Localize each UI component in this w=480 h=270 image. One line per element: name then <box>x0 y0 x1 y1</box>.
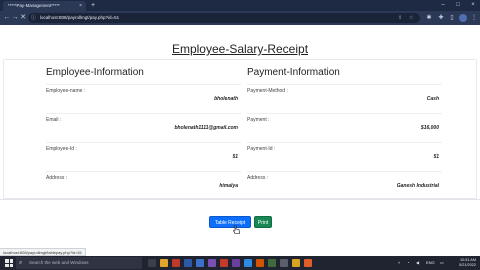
browser-toolbar: ← → ✕ ⓘ localhost:808/payrollmgt/pay.php… <box>0 11 480 25</box>
app-icon-green[interactable] <box>268 259 276 267</box>
chrome-icon[interactable] <box>292 259 300 267</box>
address-bar[interactable]: ⓘ localhost:808/payrollmgt/pay.php?id=51… <box>28 13 420 23</box>
url-text: localhost:808/payrollmgt/pay.php?id=51 <box>40 15 120 20</box>
file-explorer-icon[interactable] <box>160 259 168 267</box>
employee-address-row: Address : himalya <box>46 171 241 200</box>
app-icon-purple[interactable] <box>208 259 216 267</box>
field-label: Payment-Id : <box>247 146 276 152</box>
page-title: Employee-Salary-Receipt <box>171 42 309 56</box>
battery-icon[interactable]: ▭ <box>440 256 444 270</box>
app-icon-blue[interactable] <box>184 259 192 267</box>
maximize-button[interactable]: □ <box>451 0 465 11</box>
language-indicator[interactable]: ENG <box>426 256 435 270</box>
hand-cursor-icon <box>233 225 240 234</box>
app-icon-word[interactable] <box>196 259 204 267</box>
sidebar-icon[interactable]: ▯ <box>447 12 457 24</box>
employee-heading: Employee-Information <box>46 67 144 78</box>
search-icon: ⌕ <box>19 260 23 266</box>
extension-puzzle-icon[interactable]: ✚ <box>436 12 446 24</box>
share-icon[interactable]: ⇪ <box>398 13 402 23</box>
employee-name-row: Employee-name : bholenath <box>46 84 241 113</box>
app-icon-orange[interactable] <box>256 259 264 267</box>
taskbar-search[interactable]: ⌕ Search the web and Windows <box>16 257 142 269</box>
app-icon-orange-2[interactable] <box>304 259 312 267</box>
status-link-preview: localhost:808/payrollmgt/tablepay.php?id… <box>0 248 86 256</box>
taskbar-clock[interactable]: 10:51 AM 5/21/2022 <box>452 258 476 268</box>
field-label: Payment : <box>247 117 270 123</box>
print-button[interactable]: Print <box>254 216 272 228</box>
bookmark-star-icon[interactable]: ☆ <box>409 13 413 23</box>
task-view-icon[interactable] <box>148 259 156 267</box>
network-icon[interactable]: ◔ <box>407 256 409 270</box>
browser-tab-bar: *****Pay-Management***** × + – □ × <box>0 0 480 11</box>
receipt-section: Employee-Salary-Receipt Employee-Informa… <box>0 25 480 200</box>
tab-title: *****Pay-Management***** <box>8 3 60 8</box>
tray-chevron-icon[interactable]: ˄ <box>398 256 400 270</box>
new-tab-button[interactable]: + <box>91 1 95 11</box>
payment-amount-row: Payment : $16,000 <box>247 113 442 142</box>
field-label: Address : <box>247 175 269 181</box>
app-icon-gray[interactable] <box>280 259 288 267</box>
field-label: Employee-Id : <box>46 146 77 152</box>
employee-id-row: Employee-Id : 51 <box>46 142 241 171</box>
minimize-button[interactable]: – <box>436 0 450 11</box>
reload-icon[interactable]: ✕ <box>18 12 28 24</box>
volume-icon[interactable]: ◀ <box>416 256 419 270</box>
field-value: Ganesh Industrial <box>396 183 439 189</box>
windows-taskbar: ⌕ Search the web and Windows ˄ ◔ ◀ ENG ▭… <box>0 256 480 270</box>
field-label: Address : <box>46 175 68 181</box>
field-label: Employee-name : <box>46 88 86 94</box>
extensions-icon[interactable]: ✱ <box>424 12 434 24</box>
payment-address-row: Address : Ganesh Industrial <box>247 171 442 200</box>
field-value: bholenath <box>214 96 238 102</box>
field-label: Payment-Method : <box>247 88 288 94</box>
app-icon-acrobat[interactable] <box>220 259 228 267</box>
windows-start-icon[interactable] <box>5 259 13 267</box>
receipt-card: Employee-Information Employee-name : bho… <box>3 59 477 199</box>
menu-kebab-icon[interactable]: ⋮ <box>469 12 479 24</box>
field-value: himalya <box>219 183 238 189</box>
app-icon-visual-studio[interactable] <box>232 259 240 267</box>
field-label: Email : <box>46 117 62 123</box>
clock-date: 5/21/2022 <box>459 263 476 267</box>
vscode-icon[interactable] <box>244 259 252 267</box>
field-value: $16,000 <box>420 125 439 131</box>
field-value: bholenath1111@gmail.com <box>174 125 238 131</box>
payment-heading: Payment-Information <box>247 67 340 78</box>
field-value: 51 <box>232 154 238 160</box>
browser-tab[interactable]: *****Pay-Management***** × <box>3 1 86 11</box>
field-value: 51 <box>433 154 439 160</box>
app-icon-red[interactable] <box>172 259 180 267</box>
payment-method-row: Payment-Method : Cash <box>247 84 442 113</box>
search-placeholder: Search the web and Windows <box>29 260 89 265</box>
table-receipt-button[interactable]: Table Receipt <box>209 216 251 228</box>
employee-email-row: Email : bholenath1111@gmail.com <box>46 113 241 142</box>
tab-close-icon[interactable]: × <box>79 1 82 11</box>
close-window-button[interactable]: × <box>466 0 480 11</box>
site-info-icon[interactable]: ⓘ <box>31 13 36 23</box>
profile-avatar[interactable] <box>459 14 467 22</box>
payment-id-row: Payment-Id : 51 <box>247 142 442 171</box>
field-value: Cash <box>426 96 439 102</box>
